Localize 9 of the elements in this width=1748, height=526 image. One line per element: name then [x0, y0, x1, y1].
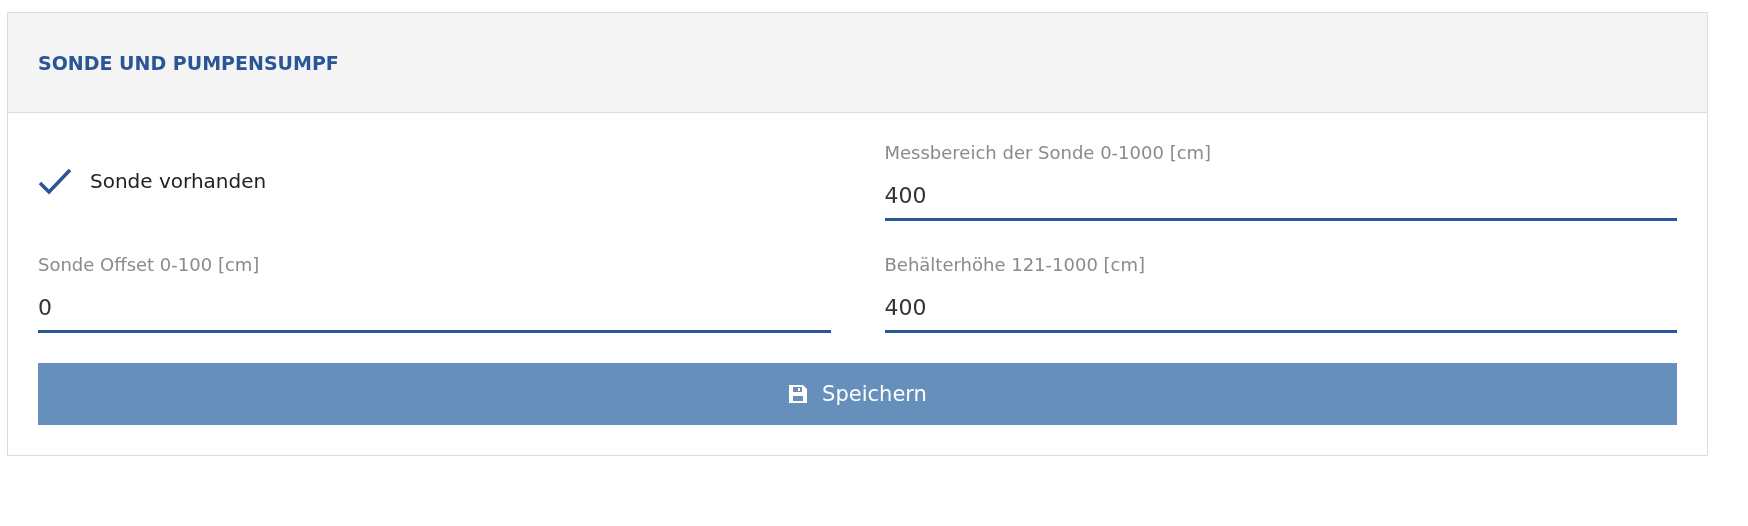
text-field[interactable]: 0	[38, 291, 831, 333]
checkbox-label: Sonde vorhanden	[90, 169, 267, 193]
text-field[interactable]: 400	[884, 291, 1677, 333]
field-label: Sonde Offset 0-100 [cm]	[38, 253, 261, 277]
text-field[interactable]: 400	[884, 179, 1677, 221]
field-label: Messbereich der Sonde 0-1000 [cm]	[884, 141, 1213, 165]
field-label: Behälterhöhe 121-1000 [cm]	[884, 253, 1147, 277]
panel-title: SONDE UND PUMPENSUMPF	[38, 51, 339, 74]
checkmark-icon[interactable]	[38, 166, 72, 196]
